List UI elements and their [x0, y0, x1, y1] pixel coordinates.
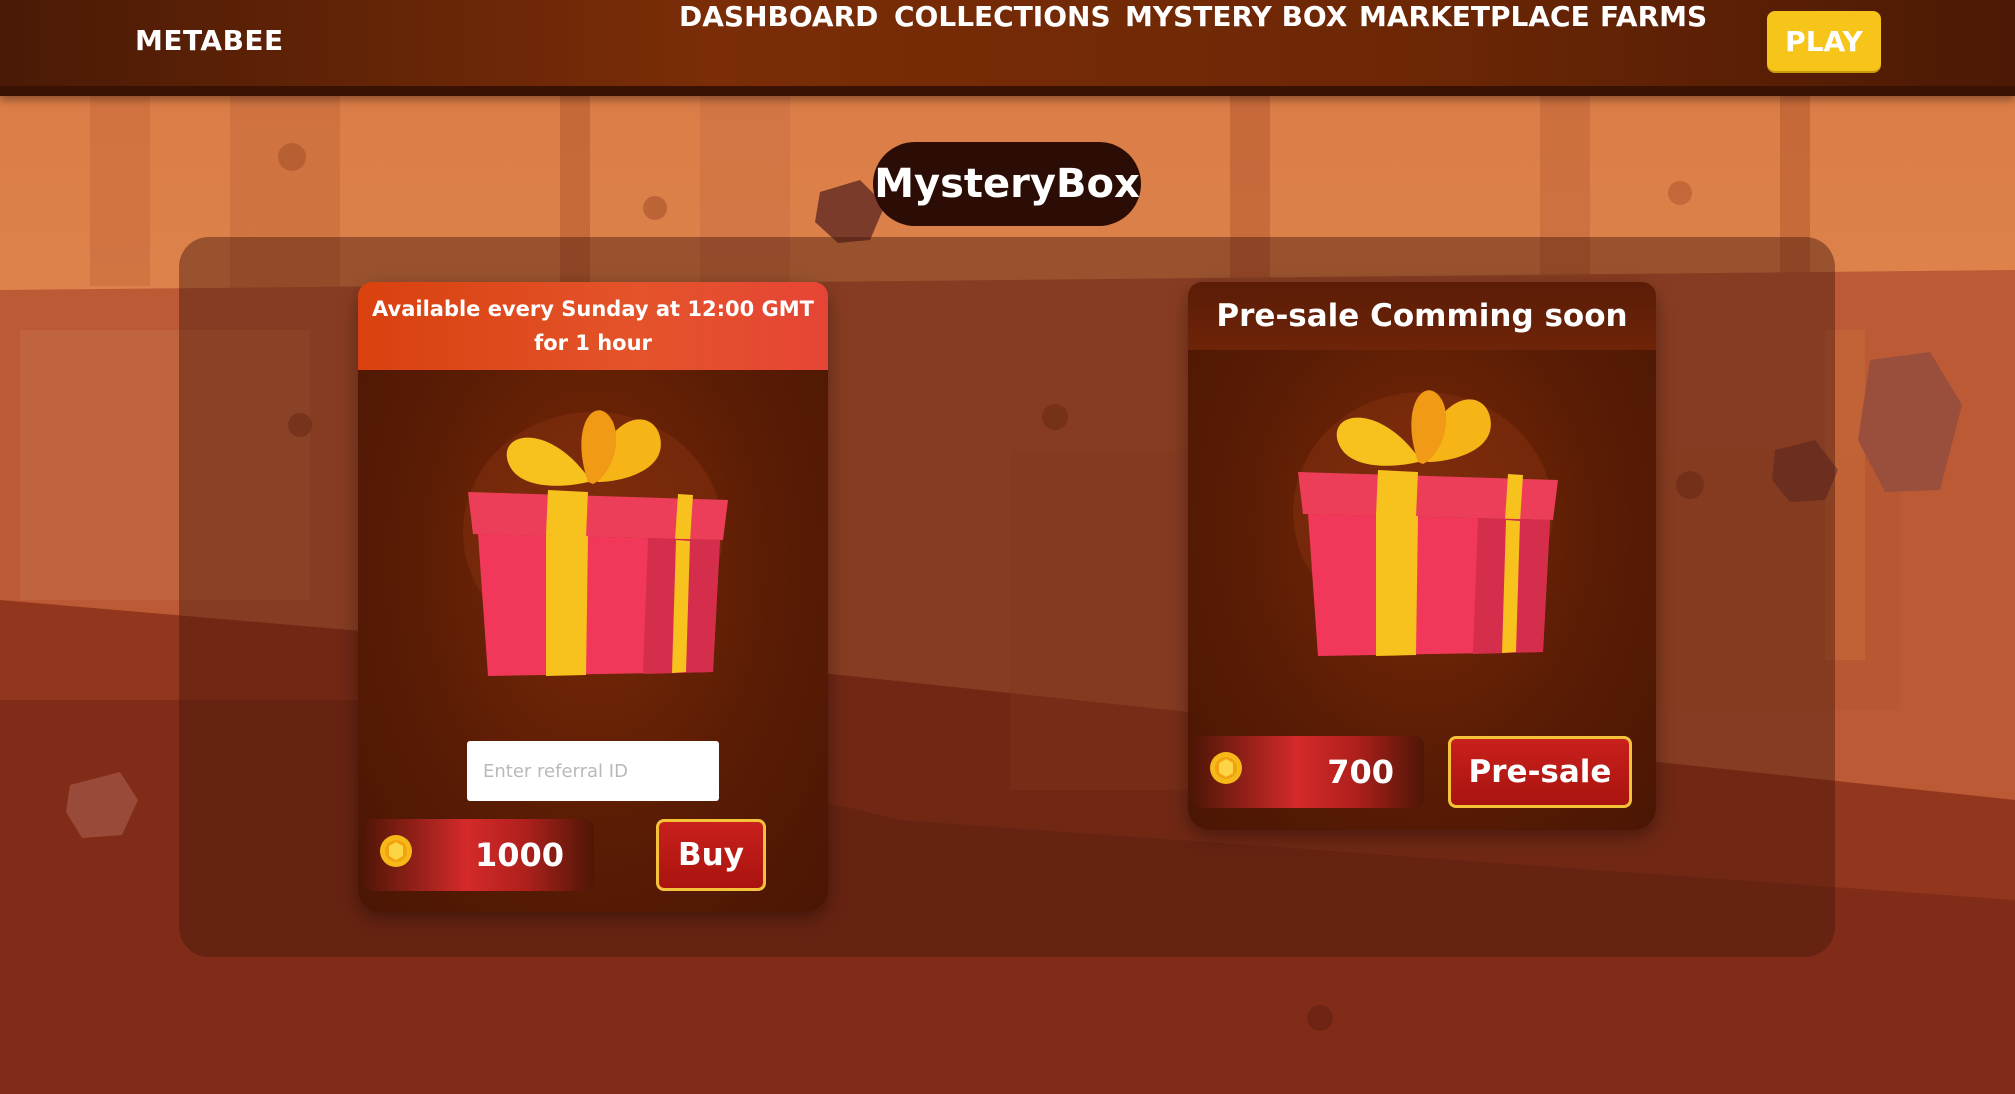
gift-box-icon [463, 410, 728, 676]
card-header: Pre-sale Comming soon [1188, 282, 1656, 350]
nav-marketplace[interactable]: MARKETPLACE [1359, 0, 1590, 33]
nav-farms[interactable]: FARMS [1600, 0, 1707, 33]
price-value: 1000 [474, 836, 564, 874]
gift-box-icon [1293, 390, 1558, 656]
referral-id-input[interactable] [467, 741, 719, 801]
availability-text-line1: Available every Sunday at 12:00 GMT [372, 297, 814, 321]
price-display: 1000 [362, 819, 594, 891]
honeycomb-coin-icon [380, 835, 412, 867]
mystery-box-card-presale: Pre-sale Comming soon 700 Pre-sale [1188, 282, 1656, 830]
buy-button[interactable]: Buy [656, 819, 766, 891]
top-navigation-bar: METABEE DASHBOARD COLLECTIONS MYSTERY BO… [0, 0, 2015, 96]
page-title: MysteryBox [873, 142, 1141, 226]
card-header: Available every Sunday at 12:00 GMT for … [358, 282, 828, 370]
nav-collections[interactable]: COLLECTIONS [894, 0, 1111, 33]
play-button[interactable]: PLAY [1767, 11, 1881, 71]
nav-mystery-box[interactable]: MYSTERY BOX [1125, 0, 1347, 33]
app-logo[interactable]: METABEE [135, 24, 284, 57]
price-display: 700 [1192, 736, 1424, 808]
availability-text-line2: for 1 hour [534, 331, 652, 355]
honeycomb-coin-icon [1210, 752, 1242, 784]
price-value: 700 [1327, 753, 1394, 791]
nav-dashboard[interactable]: DASHBOARD [679, 0, 878, 33]
mystery-box-card-weekly: Available every Sunday at 12:00 GMT for … [358, 282, 828, 912]
presale-button[interactable]: Pre-sale [1448, 736, 1632, 808]
